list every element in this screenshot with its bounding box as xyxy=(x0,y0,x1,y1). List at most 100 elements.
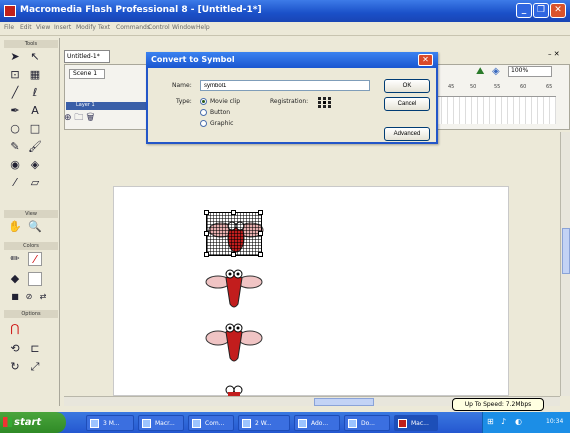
pen-tool-icon[interactable]: ✒ xyxy=(8,104,22,118)
security-icon[interactable]: ◐ xyxy=(515,417,522,426)
scale-option-icon[interactable]: ⤢ xyxy=(28,360,42,374)
edit-symbol-icon[interactable]: ◈ xyxy=(492,66,500,77)
bug-frame-3[interactable] xyxy=(204,318,264,366)
type-movie-clip-label: Movie clip xyxy=(210,98,241,105)
fill-transform-tool-icon[interactable]: ▦ xyxy=(28,68,42,82)
menu-view[interactable]: View xyxy=(36,24,50,31)
task-button-2[interactable]: Macr... xyxy=(138,415,184,431)
symbol-name-input[interactable] xyxy=(200,80,370,91)
menu-bar: File Edit View Insert Modify Text Comman… xyxy=(0,22,570,36)
brush-tool-icon[interactable]: 🖌 xyxy=(28,140,42,154)
resize-handle-w[interactable] xyxy=(204,231,209,236)
minimize-button[interactable]: _ xyxy=(516,3,532,18)
menu-help[interactable]: Help xyxy=(196,24,210,31)
task-button-1[interactable]: 3 M... xyxy=(86,415,134,431)
resize-handle-se[interactable] xyxy=(258,252,263,257)
task-button-6[interactable]: Do... xyxy=(344,415,390,431)
speaker-icon[interactable]: ♪ xyxy=(501,417,506,426)
eyedropper-tool-icon[interactable]: ⁄ xyxy=(8,176,22,190)
resize-handle-sw[interactable] xyxy=(204,252,209,257)
selection-tool-icon[interactable]: ➤ xyxy=(8,50,22,64)
resize-handle-e[interactable] xyxy=(258,231,263,236)
type-button-radio[interactable] xyxy=(200,109,207,116)
windows-flag-icon xyxy=(3,417,12,427)
resize-handle-s[interactable] xyxy=(231,252,236,257)
fill-color-icon[interactable]: ◆ xyxy=(8,272,22,286)
task-button-7-active[interactable]: Mac... xyxy=(394,415,438,431)
timeline-ruler: 45 50 55 60 65 xyxy=(448,84,553,90)
resize-handle-n[interactable] xyxy=(231,210,236,215)
horizontal-scroll-thumb[interactable] xyxy=(314,398,374,406)
hand-tool-icon[interactable]: ✋ xyxy=(8,220,22,234)
rectangle-tool-icon[interactable]: □ xyxy=(28,122,42,136)
type-movie-clip-radio[interactable] xyxy=(200,98,207,105)
ink-bottle-tool-icon[interactable]: ◉ xyxy=(8,158,22,172)
task-icon xyxy=(142,419,151,428)
menu-edit[interactable]: Edit xyxy=(20,24,32,31)
options-header: Options xyxy=(4,310,58,318)
layer-controls: ⊕ 🗀 🗑 xyxy=(64,110,114,123)
black-white-icon[interactable]: ■ xyxy=(8,290,22,304)
menu-modify[interactable]: Modify xyxy=(76,24,96,31)
dialog-close-icon[interactable]: ✕ xyxy=(418,54,433,66)
network-icon[interactable]: ⊞ xyxy=(487,417,494,426)
snap-magnet-icon[interactable]: ⋂ xyxy=(8,322,22,336)
no-color-icon[interactable]: ⊘ xyxy=(22,290,36,304)
edit-scene-icon[interactable]: ⛰ xyxy=(476,66,484,77)
task-button-4[interactable]: 2 W... xyxy=(238,415,290,431)
close-button[interactable]: ✕ xyxy=(550,3,566,18)
resize-handle-ne[interactable] xyxy=(258,210,263,215)
delete-layer-icon[interactable]: 🗑 xyxy=(86,113,94,123)
task-button-5[interactable]: Ado... xyxy=(294,415,340,431)
bug-frame-4-partial[interactable] xyxy=(222,384,246,396)
line-tool-icon[interactable]: ╱ xyxy=(8,86,22,100)
stroke-swatch[interactable]: ⁄ xyxy=(28,252,42,266)
dialog-title: Convert to Symbol xyxy=(146,52,438,68)
add-layer-icon[interactable]: ⊕ xyxy=(64,113,72,123)
document-close-icon[interactable]: – ✕ xyxy=(548,50,568,62)
clock: 10:34 xyxy=(546,418,564,425)
fill-swatch[interactable] xyxy=(28,272,42,286)
lasso-tool-icon[interactable]: ℓ xyxy=(28,86,42,100)
maximize-button[interactable]: ❐ xyxy=(533,3,549,18)
menu-commands[interactable]: Commands xyxy=(116,24,150,31)
rotate-option-icon[interactable]: ↻ xyxy=(8,360,22,374)
start-button[interactable]: start xyxy=(0,412,66,433)
type-graphic-radio[interactable] xyxy=(200,120,207,127)
subselection-tool-icon[interactable]: ↖ xyxy=(28,50,42,64)
bug-frame-2[interactable] xyxy=(204,264,264,312)
resize-handle-nw[interactable] xyxy=(204,210,209,215)
menu-insert[interactable]: Insert xyxy=(54,24,71,31)
menu-file[interactable]: File xyxy=(4,24,14,31)
smooth-option-icon[interactable]: ⟲ xyxy=(8,342,22,356)
paint-bucket-tool-icon[interactable]: ◈ xyxy=(28,158,42,172)
vertical-scrollbar[interactable] xyxy=(560,132,570,396)
swap-colors-icon[interactable]: ⇄ xyxy=(36,290,50,304)
selection-box[interactable] xyxy=(204,210,263,257)
stroke-color-icon[interactable]: ✏ xyxy=(8,252,22,266)
add-folder-icon[interactable]: 🗀 xyxy=(74,113,83,123)
free-transform-tool-icon[interactable]: ⊡ xyxy=(8,68,22,82)
scene-button[interactable]: Scene 1 xyxy=(69,69,105,79)
zoom-tool-icon[interactable]: 🔍 xyxy=(28,220,42,234)
task-button-3[interactable]: Com... xyxy=(188,415,234,431)
text-tool-icon[interactable]: A xyxy=(28,104,42,118)
registration-grid[interactable] xyxy=(318,97,331,109)
menu-window[interactable]: Window xyxy=(172,24,196,31)
flash-app-icon xyxy=(4,5,16,17)
oval-tool-icon[interactable]: ○ xyxy=(8,122,22,136)
advanced-button[interactable]: Advanced xyxy=(384,127,430,141)
eraser-tool-icon[interactable]: ▱ xyxy=(28,176,42,190)
menu-control[interactable]: Control xyxy=(148,24,170,31)
zoom-select[interactable]: 100% xyxy=(508,66,552,77)
document-tab[interactable]: Untitled-1* xyxy=(64,50,110,63)
menu-text[interactable]: Text xyxy=(98,24,110,31)
stage[interactable] xyxy=(113,186,509,396)
ok-button[interactable]: OK xyxy=(384,79,430,93)
straighten-option-icon[interactable]: ⊏ xyxy=(28,342,42,356)
layer-row[interactable]: Layer 1 xyxy=(66,102,146,110)
window-title-bar: Macromedia Flash Professional 8 - [Untit… xyxy=(0,0,570,22)
pencil-tool-icon[interactable]: ✎ xyxy=(8,140,22,154)
vertical-scroll-thumb[interactable] xyxy=(562,228,570,274)
cancel-button[interactable]: Cancel xyxy=(384,97,430,111)
